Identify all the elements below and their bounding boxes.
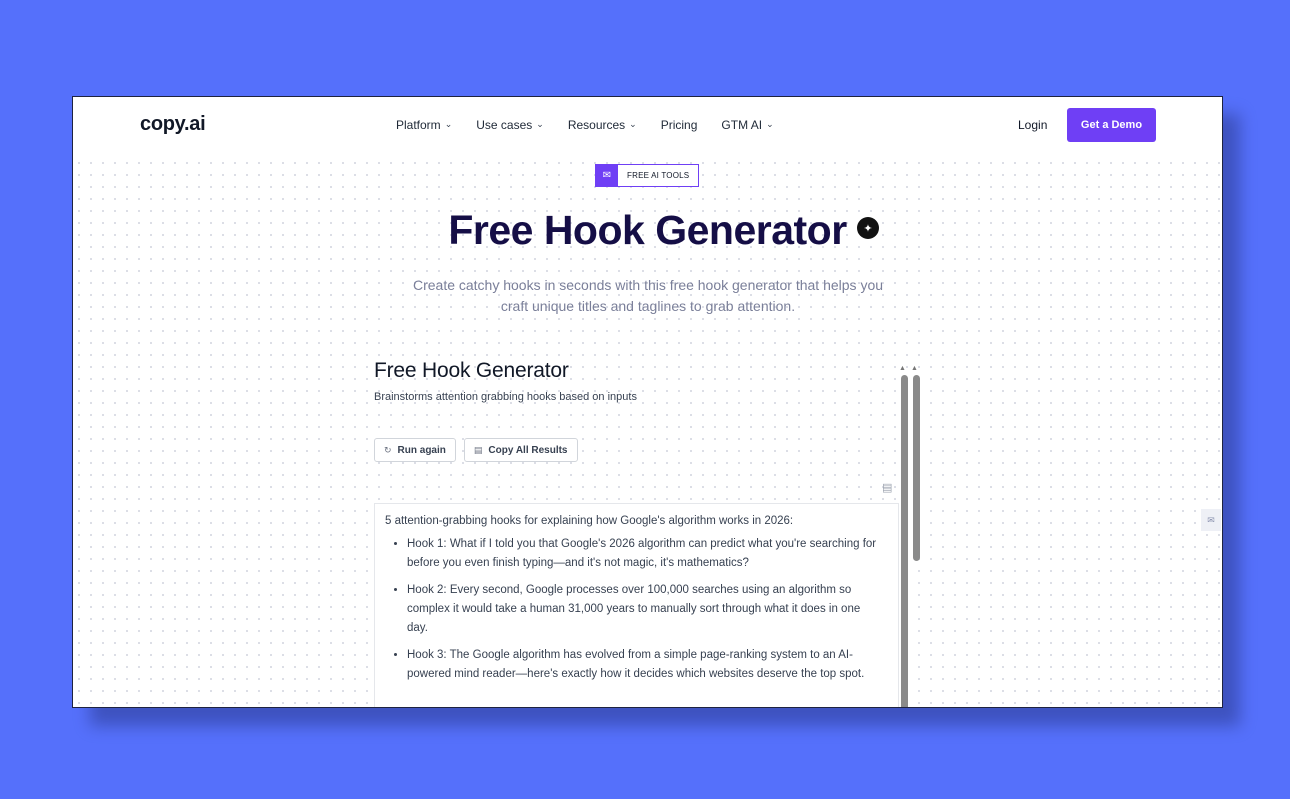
- copy-all-results-button[interactable]: ▤ Copy All Results: [463, 438, 578, 462]
- chevron-down-icon: ⌄: [444, 118, 453, 129]
- free-ai-tools-badge[interactable]: ✉ FREE AI TOOLS: [595, 164, 700, 187]
- page-title: Free Hook Generator: [448, 207, 847, 253]
- results-output: 5 attention-grabbing hooks for explainin…: [374, 503, 899, 707]
- run-again-label: Run again: [397, 444, 446, 456]
- get-demo-button[interactable]: Get a Demo: [1067, 108, 1156, 142]
- chevron-down-icon: ⌄: [536, 118, 544, 129]
- nav-item-platform[interactable]: Platform ⌄: [396, 118, 452, 132]
- refresh-icon: ↻: [384, 444, 392, 455]
- list-item: Hook 2: Every second, Google processes o…: [407, 581, 884, 638]
- tool-panel: Free Hook Generator Brainstorms attentio…: [374, 359, 899, 707]
- nav-item-gtm-ai[interactable]: GTM AI ⌄: [721, 118, 773, 132]
- scrollbar-thumb-outer[interactable]: [901, 375, 908, 707]
- run-again-button[interactable]: ↻ Run again: [374, 438, 456, 462]
- chevron-down-icon: ⌄: [629, 118, 637, 129]
- badge-label: FREE AI TOOLS: [627, 171, 690, 180]
- tool-description: Brainstorms attention grabbing hooks bas…: [374, 391, 637, 403]
- list-item: Hook 3: The Google algorithm has evolved…: [407, 646, 884, 684]
- logo[interactable]: copy.ai: [140, 113, 206, 136]
- megaphone-icon: ✉: [596, 165, 618, 186]
- nav-item-label: Resources: [567, 118, 626, 132]
- nav-item-resources[interactable]: Resources ⌄: [568, 118, 637, 132]
- nav-item-label: GTM AI: [721, 118, 763, 132]
- scroll-up-arrow-icon[interactable]: ▲: [911, 365, 918, 372]
- nav-item-pricing[interactable]: Pricing: [661, 118, 698, 132]
- login-link[interactable]: Login: [1018, 118, 1047, 132]
- mail-icon[interactable]: ✉: [1201, 509, 1221, 531]
- nav-item-label: Use cases: [476, 118, 533, 132]
- nav-links: Platform ⌄ Use cases ⌄ Resources ⌄ Prici…: [396, 118, 798, 132]
- hooks-list: Hook 1: What if I told you that Google's…: [385, 535, 884, 684]
- scroll-up-arrow-icon[interactable]: ▲: [899, 365, 906, 372]
- copy-all-label: Copy All Results: [488, 444, 568, 456]
- copy-icon[interactable]: ▤: [882, 481, 892, 494]
- browser-page: copy.ai Platform ⌄ Use cases ⌄ Resources…: [72, 96, 1223, 708]
- hero-title-container: Free Hook Generator ✦: [73, 207, 1222, 254]
- scrollbar-thumb-inner[interactable]: [913, 375, 920, 561]
- chevron-down-icon: ⌄: [766, 118, 774, 129]
- hero-subtitle: Create catchy hooks in seconds with this…: [412, 277, 884, 314]
- clipboard-icon: ▤: [473, 444, 483, 455]
- results-heading: 5 attention-grabbing hooks for explainin…: [385, 515, 794, 527]
- tool-title: Free Hook Generator: [374, 359, 569, 382]
- nav-item-label: Platform: [396, 118, 441, 132]
- nav-item-use-cases[interactable]: Use cases ⌄: [476, 118, 544, 132]
- nav-item-label: Pricing: [660, 118, 698, 132]
- chat-bubble-icon[interactable]: ✦: [856, 217, 879, 239]
- tool-actions: ↻ Run again ▤ Copy All Results: [374, 438, 578, 462]
- top-navigation: copy.ai Platform ⌄ Use cases ⌄ Resources…: [73, 97, 1222, 155]
- list-item: Hook 1: What if I told you that Google's…: [407, 535, 884, 573]
